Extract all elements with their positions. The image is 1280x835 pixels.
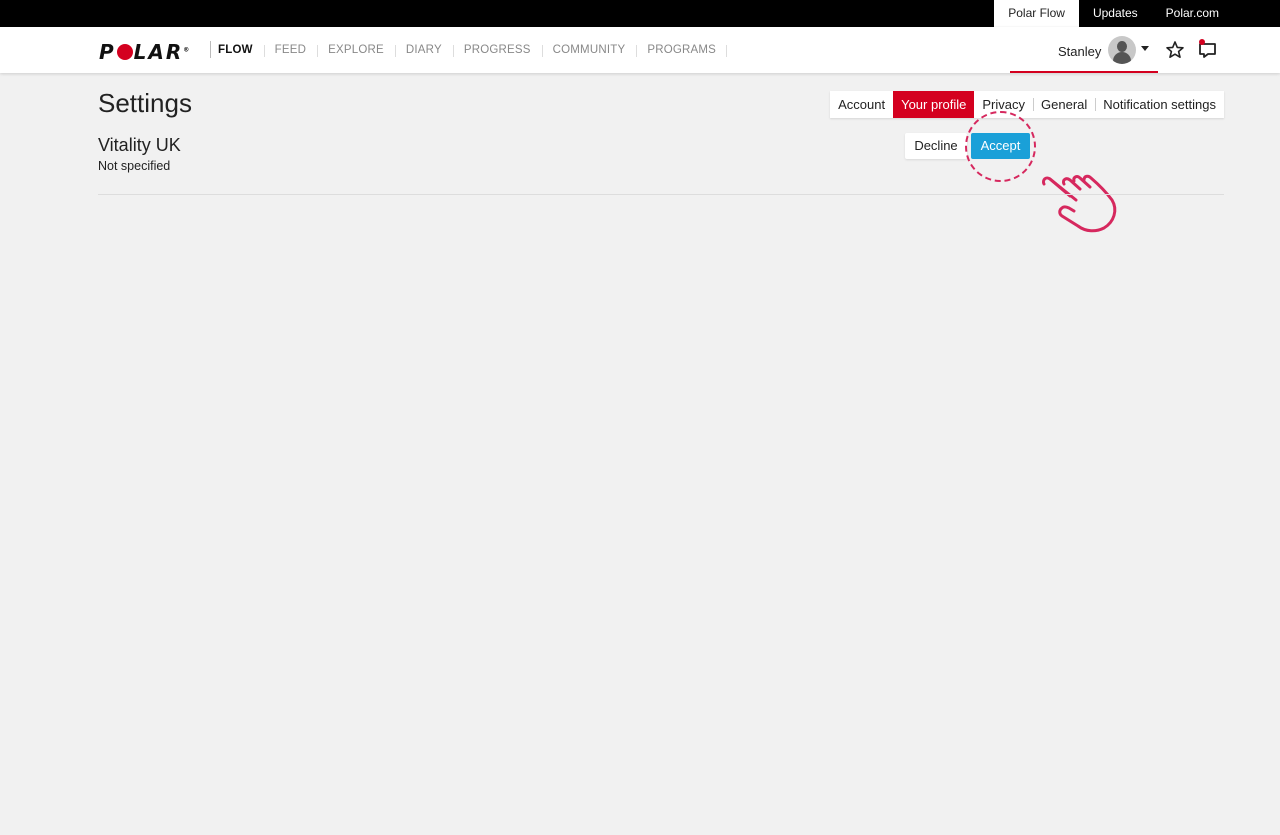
nav-item-programs[interactable]: PROGRAMS	[636, 44, 727, 57]
top-bar: Polar Flow Updates Polar.com	[0, 0, 1280, 27]
tab-general[interactable]: General	[1033, 91, 1095, 118]
nav-item-diary[interactable]: DIARY	[394, 44, 453, 57]
section-subtitle: Not specified	[98, 159, 171, 173]
message-icon[interactable]	[1197, 39, 1219, 59]
nav-item-flow[interactable]: FLOW	[212, 44, 264, 56]
pointing-hand-icon	[1042, 174, 1117, 233]
top-link-updates[interactable]: Updates	[1079, 0, 1152, 27]
logo-divider	[210, 41, 211, 58]
nav-item-progress[interactable]: PROGRESS	[452, 44, 542, 57]
decline-button[interactable]: Decline	[905, 133, 967, 159]
top-link-polar-com[interactable]: Polar.com	[1152, 0, 1233, 27]
top-link-polar-flow[interactable]: Polar Flow	[994, 0, 1079, 27]
main-navbar: P LAR® FLOW FEED EXPLORE DIARY PROGRESS C…	[0, 27, 1280, 73]
tab-account[interactable]: Account	[830, 91, 893, 118]
avatar	[1108, 36, 1136, 64]
tab-your-profile[interactable]: Your profile	[893, 91, 975, 118]
username: Stanley	[1058, 44, 1102, 59]
nav-item-feed[interactable]: FEED	[263, 44, 317, 57]
top-links: Polar Flow Updates Polar.com	[994, 0, 1233, 27]
page-title: Settings	[98, 88, 192, 118]
nav-item-community[interactable]: COMMUNITY	[541, 44, 637, 57]
settings-tabs: Account Your profile Privacy General Not…	[830, 91, 1224, 118]
star-icon[interactable]	[1165, 40, 1185, 60]
chevron-down-icon	[1141, 46, 1149, 51]
click-highlight-ring	[965, 111, 1036, 182]
polar-logo[interactable]: P LAR®	[99, 37, 191, 64]
user-menu[interactable]: Stanley	[1010, 27, 1158, 73]
nav-item-explore[interactable]: EXPLORE	[317, 44, 395, 57]
tab-notification-settings[interactable]: Notification settings	[1095, 91, 1224, 118]
section-divider	[98, 194, 1224, 195]
main-nav: FLOW FEED EXPLORE DIARY PROGRESS COMMUNI…	[212, 27, 727, 73]
section-title: Vitality UK	[98, 135, 181, 155]
